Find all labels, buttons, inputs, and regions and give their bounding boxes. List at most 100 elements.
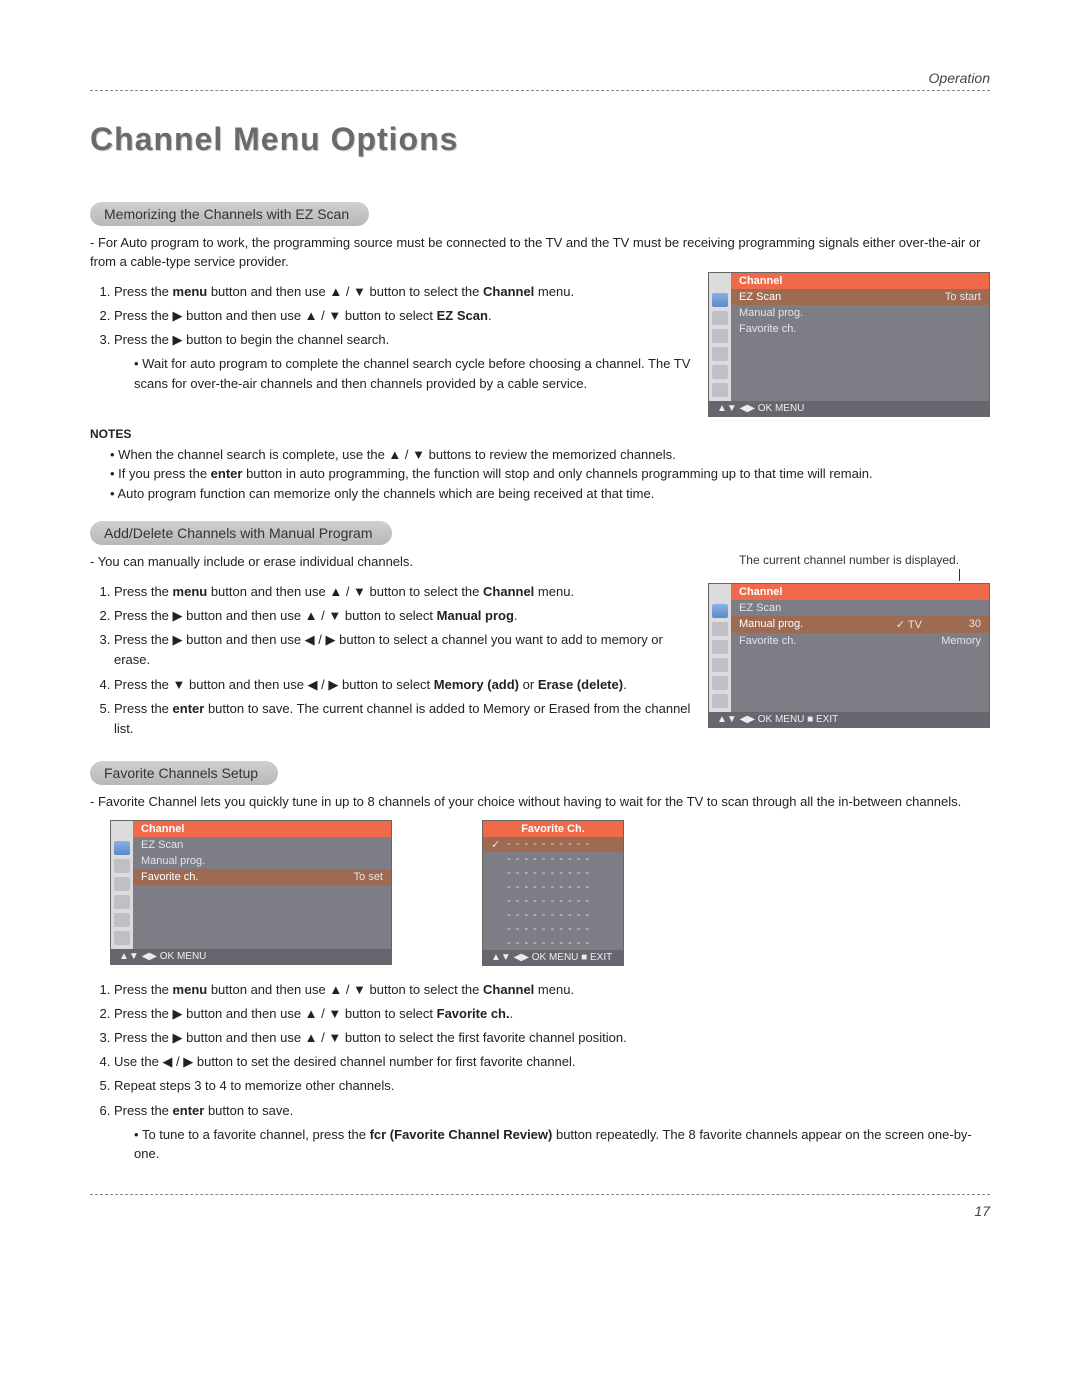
- callout-line: [959, 569, 960, 581]
- lock-icon: [712, 365, 728, 379]
- time-icon: [114, 895, 130, 909]
- video-icon: [712, 293, 728, 307]
- list-item: When the channel search is complete, use…: [110, 445, 990, 465]
- section-1-notes: When the channel search is complete, use…: [90, 445, 990, 504]
- list-item: If you press the enter button in auto pr…: [110, 464, 990, 484]
- section-2-intro: - You can manually include or erase indi…: [90, 553, 692, 572]
- osd-screenshot-1: Channel EZ Scan To start: [708, 272, 990, 417]
- favorite-row: - - - - - - - - - -: [483, 852, 623, 866]
- lock-icon: [712, 676, 728, 690]
- osd-item: Manual prog.: [731, 305, 989, 321]
- audio-icon: [114, 877, 130, 891]
- osd-favorite-menu: Favorite Ch. ✓ - - - - - - - - - - - - -…: [482, 820, 624, 966]
- osd-item: Favorite ch. To set: [133, 869, 391, 885]
- section-1-steps: Press the menu button and then use ▲ / ▼…: [90, 282, 692, 393]
- notes-label: NOTES: [90, 427, 990, 441]
- osd-title: Channel: [731, 584, 989, 600]
- audio-icon: [712, 329, 728, 343]
- favorite-row: ✓ - - - - - - - - - -: [483, 837, 623, 852]
- list-item: Wait for auto program to complete the ch…: [134, 354, 692, 393]
- video-icon: [114, 841, 130, 855]
- osd-footer: ▲▼ ◀▶ OK MENU ■ EXIT: [709, 712, 989, 727]
- favorite-row: - - - - - - - - - -: [483, 936, 623, 950]
- list-item: Press the menu button and then use ▲ / ▼…: [114, 582, 692, 602]
- section-1-heading: Memorizing the Channels with EZ Scan: [90, 202, 369, 226]
- osd-list: EZ Scan Manual prog. ✓ TV 30 Favorite ch…: [731, 600, 989, 712]
- sub-list: To tune to a favorite channel, press the…: [114, 1125, 990, 1164]
- list-item: Use the ◀ / ▶ button to set the desired …: [114, 1052, 990, 1072]
- osd-menu: Channel EZ Scan To start: [708, 272, 990, 417]
- special-icon: [712, 383, 728, 397]
- list-item: Press the enter button to save. To tune …: [114, 1101, 990, 1164]
- osd-title: Channel: [133, 821, 391, 837]
- time-icon: [712, 658, 728, 672]
- osd-item: Manual prog.: [133, 853, 391, 869]
- osd-item: EZ Scan To start: [731, 289, 989, 305]
- section-1-intro: - For Auto program to work, the programm…: [90, 234, 990, 272]
- osd-title: Channel: [731, 273, 989, 289]
- video-icon: [712, 604, 728, 618]
- list-item: Press the menu button and then use ▲ / ▼…: [114, 980, 990, 1000]
- page-title: Channel Menu Options: [90, 121, 990, 158]
- list-item: Press the ▼ button and then use ◀ / ▶ bu…: [114, 675, 692, 695]
- osd-caption: The current channel number is displayed.: [708, 553, 990, 567]
- osd-sidebar: [709, 600, 731, 712]
- osd-item: Favorite ch.: [731, 321, 989, 337]
- osd-list: EZ Scan Manual prog. Favorite ch. To set: [133, 837, 391, 949]
- favorite-row: - - - - - - - - - -: [483, 880, 623, 894]
- page: Operation Channel Menu Options Memorizin…: [0, 0, 1080, 1397]
- section-3-intro: - Favorite Channel lets you quickly tune…: [90, 793, 990, 812]
- header-rule: [90, 90, 990, 91]
- osd-list: EZ Scan To start Manual prog. Favorite c…: [731, 289, 989, 401]
- list-item: Repeat steps 3 to 4 to memorize other ch…: [114, 1076, 990, 1096]
- list-item: Press the ▶ button and then use ◀ / ▶ bu…: [114, 630, 692, 670]
- time-icon: [712, 347, 728, 361]
- section-2-heading: Add/Delete Channels with Manual Program: [90, 521, 392, 545]
- favorite-list: ✓ - - - - - - - - - - - - - - - - - - - …: [483, 837, 623, 950]
- section-1-body: Press the menu button and then use ▲ / ▼…: [90, 272, 990, 417]
- favorite-row: - - - - - - - - - -: [483, 922, 623, 936]
- osd-item: EZ Scan: [731, 600, 989, 616]
- osd-item: Manual prog. ✓ TV 30: [731, 616, 989, 633]
- osd-menu: Channel EZ Scan Manual prog.: [110, 820, 392, 965]
- special-icon: [114, 931, 130, 945]
- channel-icon: [712, 622, 728, 636]
- audio-icon: [712, 640, 728, 654]
- osd-footer: ▲▼ ◀▶ OK MENU: [111, 949, 391, 964]
- list-item: To tune to a favorite channel, press the…: [134, 1125, 990, 1164]
- channel-icon: [712, 311, 728, 325]
- list-item: Press the ▶ button and then use ▲ / ▼ bu…: [114, 1004, 990, 1024]
- osd-title: Favorite Ch.: [483, 821, 623, 837]
- list-item: Auto program function can memorize only …: [110, 484, 990, 504]
- special-icon: [712, 694, 728, 708]
- lock-icon: [114, 913, 130, 927]
- header-section: Operation: [90, 70, 990, 86]
- osd-sidebar: [709, 289, 731, 401]
- section-2-body: - You can manually include or erase indi…: [90, 553, 990, 747]
- list-item: Press the ▶ button to begin the channel …: [114, 330, 692, 393]
- section-3-steps: Press the menu button and then use ▲ / ▼…: [90, 980, 990, 1164]
- section-label: Operation: [929, 70, 990, 86]
- osd-footer: ▲▼ ◀▶ OK MENU ■ EXIT: [483, 950, 623, 965]
- osd-footer: ▲▼ ◀▶ OK MENU: [709, 401, 989, 416]
- channel-icon: [114, 859, 130, 873]
- sub-list: Wait for auto program to complete the ch…: [114, 354, 692, 393]
- list-item: Press the ▶ button and then use ▲ / ▼ bu…: [114, 1028, 990, 1048]
- list-item: Press the enter button to save. The curr…: [114, 699, 692, 739]
- favorite-row: - - - - - - - - - -: [483, 894, 623, 908]
- osd-sidebar: [111, 837, 133, 949]
- section-3-screenshots: Channel EZ Scan Manual prog.: [110, 820, 990, 966]
- osd-item: EZ Scan: [133, 837, 391, 853]
- favorite-row: - - - - - - - - - -: [483, 908, 623, 922]
- page-number: 17: [90, 1203, 990, 1219]
- list-item: Press the ▶ button and then use ▲ / ▼ bu…: [114, 306, 692, 326]
- osd-item: Favorite ch. Memory: [731, 633, 989, 649]
- osd-menu: Channel EZ Scan: [708, 583, 990, 728]
- list-item: Press the ▶ button and then use ▲ / ▼ bu…: [114, 606, 692, 626]
- list-item: Press the menu button and then use ▲ / ▼…: [114, 282, 692, 302]
- osd-screenshot-2: The current channel number is displayed.…: [708, 553, 990, 728]
- section-3-heading: Favorite Channels Setup: [90, 761, 278, 785]
- favorite-row: - - - - - - - - - -: [483, 866, 623, 880]
- section-2-steps: Press the menu button and then use ▲ / ▼…: [90, 582, 692, 739]
- footer-rule: [90, 1194, 990, 1195]
